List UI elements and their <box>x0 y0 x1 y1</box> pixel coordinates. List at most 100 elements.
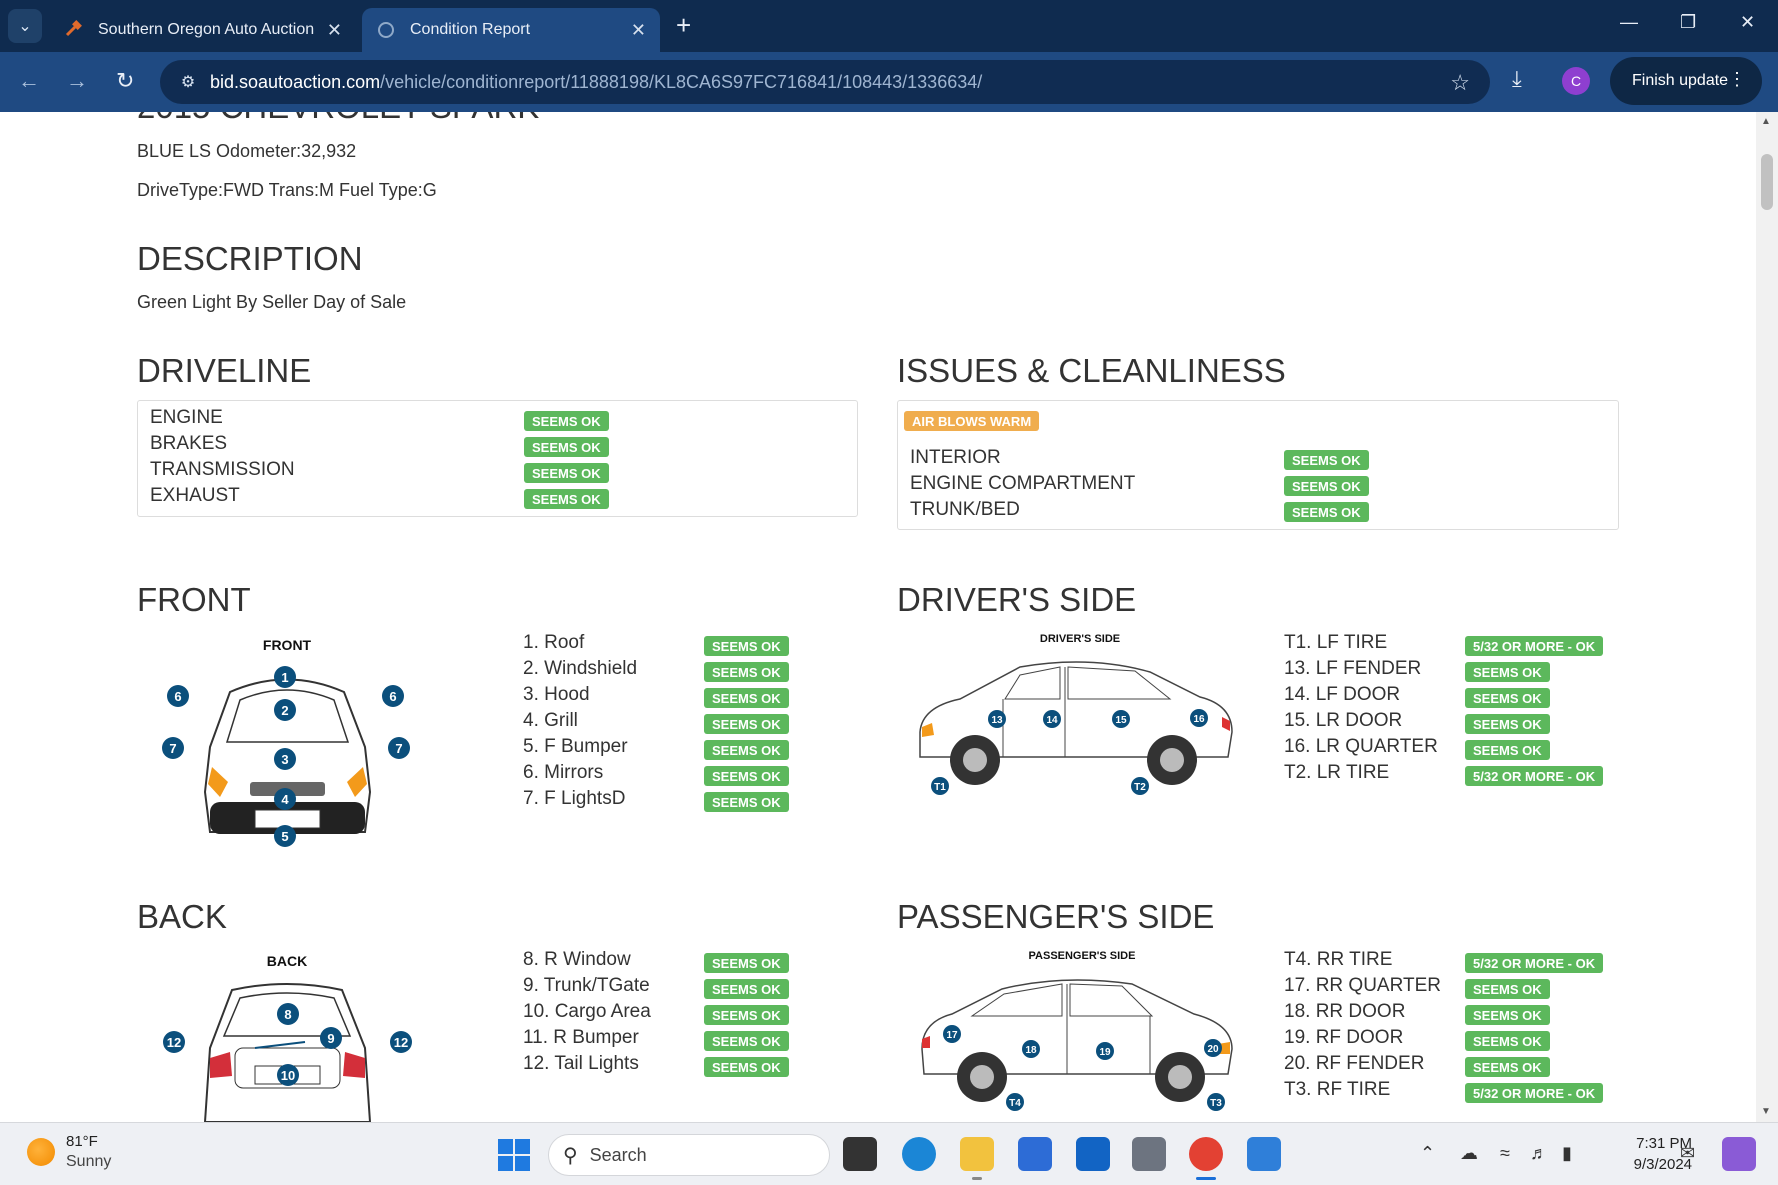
vehicle-title: 2015 CHEVROLET SPARK <box>137 112 539 126</box>
close-tab-icon[interactable]: ✕ <box>327 20 342 41</box>
site-info-icon[interactable]: ⚙ <box>166 72 210 92</box>
tab-condition-report[interactable]: Condition Report ✕ <box>362 8 660 52</box>
tab-title: Condition Report <box>410 21 531 38</box>
scroll-thumb[interactable] <box>1761 154 1773 210</box>
passengers-side-label: 18. RR DOOR <box>1284 1001 1406 1022</box>
svg-text:7: 7 <box>395 741 402 756</box>
back-arrow-icon[interactable]: ← <box>18 68 40 94</box>
file-explorer-icon[interactable] <box>960 1137 994 1171</box>
camera-icon[interactable] <box>1132 1137 1166 1171</box>
driveline-panel: ENGINE SEEMS OK BRAKES SEEMS OK TRANSMIS… <box>137 400 858 517</box>
svg-text:15: 15 <box>1115 715 1127 726</box>
svg-text:6: 6 <box>389 689 396 704</box>
sun-icon <box>27 1138 55 1166</box>
status-badge: SEEMS OK <box>1465 1031 1550 1051</box>
svg-text:5: 5 <box>281 829 288 844</box>
battery-icon[interactable]: ▮ <box>1562 1143 1572 1164</box>
front-label: 5. F Bumper <box>523 736 628 757</box>
reload-icon[interactable]: ↻ <box>116 68 134 94</box>
wifi-icon[interactable]: ≈ <box>1500 1143 1510 1164</box>
status-badge: SEEMS OK <box>704 766 789 786</box>
close-tab-icon[interactable]: ✕ <box>631 20 646 41</box>
photos-icon[interactable] <box>1247 1137 1281 1171</box>
driveline-heading: DRIVELINE <box>137 352 312 389</box>
description-text: Green Light By Seller Day of Sale <box>137 292 407 312</box>
scroll-down-icon[interactable]: ▼ <box>1761 1106 1771 1117</box>
active-app-indicator <box>1196 1177 1216 1180</box>
more-menu-icon[interactable]: ⋮ <box>1728 69 1746 90</box>
forward-arrow-icon[interactable]: → <box>66 68 88 94</box>
globe-icon <box>376 20 396 40</box>
close-window-icon[interactable]: ✕ <box>1740 12 1755 33</box>
description-heading: DESCRIPTION <box>137 240 363 277</box>
profile-avatar[interactable]: C <box>1562 67 1590 95</box>
bookmark-star-icon[interactable]: ☆ <box>1450 70 1470 96</box>
driveline-label: TRANSMISSION <box>150 459 295 480</box>
taskbar-search[interactable]: ⚲ Search <box>548 1134 830 1176</box>
task-view-icon[interactable] <box>843 1137 877 1171</box>
status-badge: SEEMS OK <box>704 979 789 999</box>
vehicle-drivetrain: DriveType:FWD Trans:M Fuel Type:G <box>137 180 437 200</box>
finish-update-button[interactable]: Finish update ⋮ <box>1610 57 1762 105</box>
svg-text:7: 7 <box>169 741 176 756</box>
status-badge: SEEMS OK <box>1284 450 1369 470</box>
svg-text:4: 4 <box>281 792 289 807</box>
volume-icon[interactable]: ♬ <box>1530 1143 1548 1164</box>
back-label: 10. Cargo Area <box>523 1001 651 1022</box>
back-label: 8. R Window <box>523 949 631 970</box>
back-car-diagram: BACK 8 9 10 12 12 <box>163 953 412 1122</box>
page-scrollbar[interactable]: ▲ ▼ <box>1756 112 1778 1122</box>
front-label: 2. Windshield <box>523 658 638 679</box>
status-badge: SEEMS OK <box>704 740 789 760</box>
status-badge: SEEMS OK <box>704 688 789 708</box>
status-badge: SEEMS OK <box>524 411 609 431</box>
front-label: 7. F LightsD <box>523 788 626 809</box>
front-label: 4. Grill <box>523 710 578 731</box>
new-tab-button[interactable]: + <box>676 12 691 38</box>
svg-text:1: 1 <box>281 670 288 685</box>
status-badge: SEEMS OK <box>524 463 609 483</box>
minimize-icon[interactable]: — <box>1620 12 1638 33</box>
restore-icon[interactable]: ❐ <box>1680 12 1696 33</box>
front-heading: FRONT <box>137 581 251 618</box>
onedrive-icon[interactable]: ☁ <box>1460 1143 1478 1164</box>
diagram-title: DRIVER'S SIDE <box>1040 633 1120 645</box>
svg-text:17: 17 <box>946 1030 958 1041</box>
notification-bell-icon[interactable]: ✉ <box>1680 1143 1695 1164</box>
scroll-up-icon[interactable]: ▲ <box>1761 116 1771 127</box>
svg-text:T2: T2 <box>1134 782 1146 793</box>
chevron-down-icon: ⌄ <box>18 18 32 35</box>
svg-text:8: 8 <box>284 1007 291 1022</box>
outlook-icon[interactable] <box>1076 1137 1110 1171</box>
status-badge: SEEMS OK <box>1465 1005 1550 1025</box>
driveline-label: BRAKES <box>150 433 228 454</box>
driveline-label: ENGINE <box>150 407 223 428</box>
show-hidden-icons-chevron-icon[interactable]: ⌃ <box>1420 1143 1435 1164</box>
passengers-side-label: 17. RR QUARTER <box>1284 975 1441 996</box>
tab-title: Southern Oregon Auto Auction <box>98 21 315 38</box>
passengers-side-car-diagram: PASSENGER'S SIDE 17 18 19 20 T4 T3 <box>921 950 1233 1111</box>
svg-text:13: 13 <box>991 715 1003 726</box>
drivers-side-label: 14. LF DOOR <box>1284 684 1401 705</box>
tab-search-button[interactable]: ⌄ <box>8 9 42 43</box>
diagram-title: PASSENGER'S SIDE <box>1029 950 1136 962</box>
drivers-side-heading: DRIVER'S SIDE <box>897 581 1137 618</box>
download-icon[interactable]: ⤓ <box>1512 66 1522 92</box>
edge-icon[interactable] <box>902 1137 936 1171</box>
gavel-icon <box>64 20 84 40</box>
chrome-icon[interactable] <box>1189 1137 1223 1171</box>
status-badge: SEEMS OK <box>704 792 789 812</box>
microsoft-store-icon[interactable] <box>1018 1137 1052 1171</box>
clock-date[interactable]: 9/3/2024 <box>1600 1156 1692 1173</box>
diagram-title: BACK <box>267 953 307 969</box>
svg-text:T3: T3 <box>1210 1098 1222 1109</box>
windows-start-icon[interactable] <box>498 1139 530 1171</box>
address-bar[interactable]: ⚙ bid.soautoaction.com/vehicle/condition… <box>160 60 1490 104</box>
front-label: 1. Roof <box>523 632 585 653</box>
tab-southern-oregon[interactable]: Southern Oregon Auto Auction ✕ <box>50 8 356 52</box>
copilot-icon[interactable] <box>1722 1137 1756 1171</box>
search-placeholder: Search <box>589 1144 647 1165</box>
status-badge: SEEMS OK <box>1284 502 1369 522</box>
svg-text:12: 12 <box>394 1035 408 1050</box>
front-car-diagram: FRONT 1 2 3 4 5 6 6 7 7 <box>162 637 410 847</box>
